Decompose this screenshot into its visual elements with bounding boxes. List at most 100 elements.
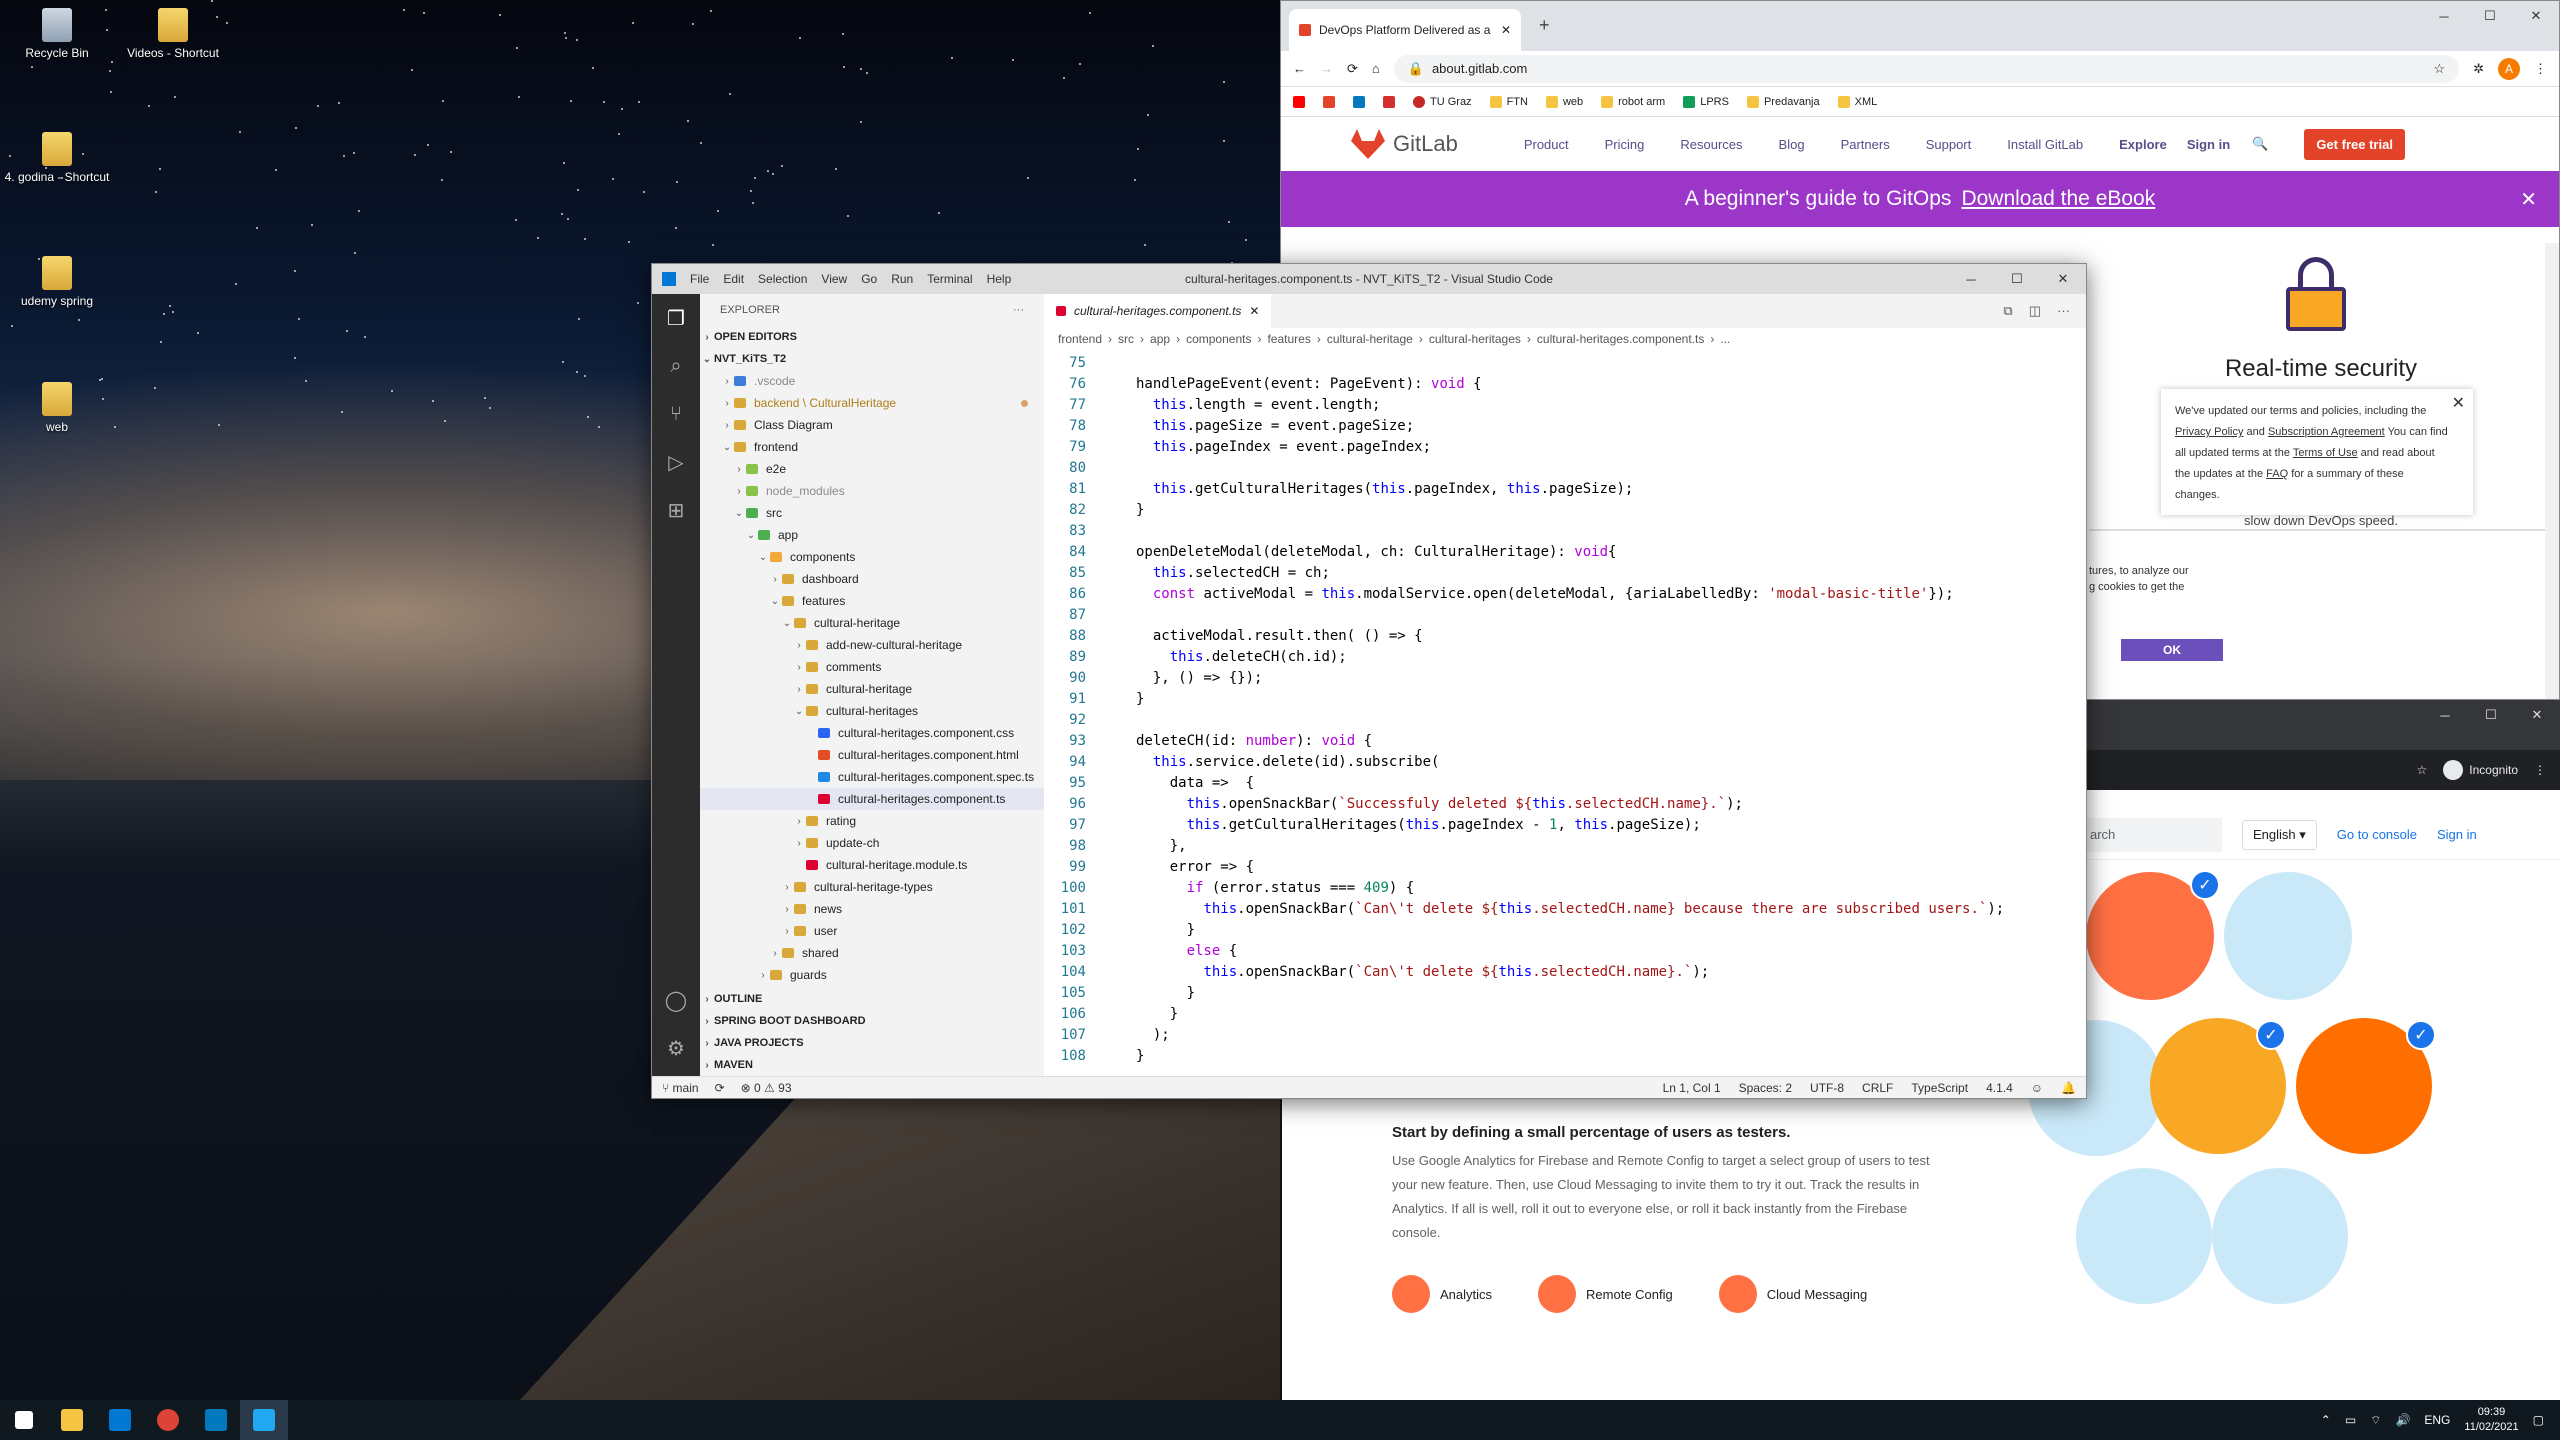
feature-analytics[interactable]: Analytics [1392,1275,1492,1313]
profile-avatar[interactable]: A [2498,57,2520,80]
tree-item[interactable]: ⌄ cultural-heritage [700,612,1044,634]
spring-boot-section[interactable]: › SPRING BOOT DASHBOARD [700,1010,1044,1032]
desktop-icon-web[interactable]: web [0,382,122,434]
download-ebook-link[interactable]: Download the eBook [1961,187,2155,211]
menu-run[interactable]: Run [891,272,913,286]
nav-explore[interactable]: Explore [2119,137,2167,152]
more-actions-icon[interactable]: ··· [2057,303,2070,319]
extensions-icon[interactable]: ⊞ [652,486,700,534]
tree-item[interactable]: › e2e [700,458,1044,480]
tree-item[interactable]: › comments [700,656,1044,678]
back-icon[interactable]: ← [1293,61,1306,76]
nav-resources[interactable]: Resources [1680,137,1742,152]
bookmark-lprs[interactable]: LPRS [1683,95,1729,108]
go-to-console-link[interactable]: Go to console [2337,827,2417,842]
menu-edit[interactable]: Edit [723,272,744,286]
tree-item[interactable]: › cultural-heritage-types [700,876,1044,898]
bookmark-youtube[interactable] [1293,95,1305,108]
breadcrumb-item[interactable]: app [1150,332,1170,346]
scrollbar[interactable] [2545,243,2559,699]
taskbar-vscode[interactable] [240,1400,288,1440]
nav-support[interactable]: Support [1926,137,1972,152]
tree-item[interactable]: › update-ch [700,832,1044,854]
line-ending[interactable]: CRLF [1862,1081,1893,1095]
nav-blog[interactable]: Blog [1779,137,1805,152]
start-button[interactable] [0,1400,48,1440]
forward-icon[interactable]: → [1320,61,1333,76]
language-select[interactable]: English ▾ [2242,819,2317,850]
bookmark-trello[interactable] [1353,95,1365,108]
more-actions-icon[interactable]: ··· [1013,304,1024,316]
nav-sign-in[interactable]: Sign in [2187,137,2230,152]
notifications-icon[interactable]: 🔔 [2061,1081,2076,1095]
settings-gear-icon[interactable]: ⚙ [652,1024,700,1072]
tree-item[interactable]: ⌄ features [700,590,1044,612]
source-control-icon[interactable]: ⑂ [652,390,700,438]
breadcrumb-item[interactable]: cultural-heritages [1429,332,1521,346]
tree-item[interactable]: › .vscode [700,370,1044,392]
search-icon[interactable]: ⌕ [652,342,700,390]
tree-item[interactable]: › node_modules [700,480,1044,502]
code-view[interactable]: 75 76 handlePageEvent(event: PageEvent): v… [1044,352,2086,1076]
branch-indicator[interactable]: ⑂ main [662,1081,699,1095]
breadcrumb-item[interactable]: src [1118,332,1134,346]
desktop-icon-videos[interactable]: Videos - Shortcut [108,8,238,60]
desktop-icon-4-godina[interactable]: 4. godina - Shortcut [0,132,122,184]
taskbar-outlook[interactable] [96,1400,144,1440]
terms-of-use-link[interactable]: Terms of Use [2293,447,2358,459]
tree-item[interactable]: cultural-heritages.component.html [700,744,1044,766]
tree-item[interactable]: › rating [700,810,1044,832]
tree-item[interactable]: › user [700,920,1044,942]
nav-partners[interactable]: Partners [1841,137,1890,152]
tab-close-icon[interactable]: ✕ [1249,304,1259,318]
nav-product[interactable]: Product [1524,137,1569,152]
taskbar-file-explorer[interactable] [48,1400,96,1440]
bookmark-tu-graz[interactable]: TU Graz [1413,95,1472,108]
menu-selection[interactable]: Selection [758,272,807,286]
menu-icon[interactable]: ⋮ [2534,763,2546,777]
clock[interactable]: 09:39 11/02/2021 [2464,1405,2518,1435]
bookmark-red[interactable] [1383,95,1395,108]
indentation[interactable]: Spaces: 2 [1739,1081,1792,1095]
search-input[interactable]: arch [2086,817,2222,852]
tab-cultural-heritages-ts[interactable]: cultural-heritages.component.ts ✕ [1044,294,1272,328]
project-root[interactable]: ⌄ NVT_KiTS_T2 [700,348,1044,370]
close-button[interactable]: ✕ [2513,1,2559,31]
desktop-icon-recycle-bin[interactable]: Recycle Bin [0,8,122,60]
menu-view[interactable]: View [821,272,847,286]
volume-icon[interactable]: 🔊 [2395,1413,2410,1427]
bookmark-web[interactable]: web [1545,95,1583,108]
minimize-button[interactable]: ─ [2421,1,2467,31]
compare-icon[interactable]: ⧉ [2003,303,2012,319]
minimize-button[interactable]: ─ [2422,700,2468,730]
maximize-button[interactable]: ☐ [2468,700,2514,730]
maven-section[interactable]: › MAVEN [700,1054,1044,1076]
ts-version[interactable]: 4.1.4 [1986,1081,2013,1095]
bookmark-xml[interactable]: XML [1837,95,1877,108]
show-hidden-icons-icon[interactable]: ⌃ [2321,1413,2331,1427]
taskbar-chrome[interactable] [144,1400,192,1440]
tree-item[interactable]: cultural-heritages.component.spec.ts [700,766,1044,788]
incognito-badge[interactable]: Incognito [2443,760,2518,780]
close-button[interactable]: ✕ [2514,700,2560,730]
search-icon[interactable]: 🔍 [2252,136,2268,152]
tree-item[interactable]: › news [700,898,1044,920]
maximize-button[interactable]: ☐ [2467,1,2513,31]
breadcrumb-item[interactable]: cultural-heritages.component.ts [1537,332,1704,346]
outline-section[interactable]: › OUTLINE [700,988,1044,1010]
battery-icon[interactable]: ▭ [2345,1413,2356,1427]
sync-icon[interactable]: ⟳ [715,1081,725,1095]
bookmark-star-icon[interactable]: ☆ [2417,763,2428,777]
breadcrumb-item[interactable]: features [1267,332,1310,346]
open-editors-section[interactable]: › OPEN EDITORS [700,326,1044,348]
tree-item[interactable]: ⌄ frontend [700,436,1044,458]
accounts-icon[interactable]: ◯ [652,976,700,1024]
tree-item[interactable]: ⌄ components [700,546,1044,568]
tree-item[interactable]: cultural-heritages.component.ts [700,788,1044,810]
split-editor-icon[interactable]: ◫ [2029,303,2041,319]
tree-item[interactable]: cultural-heritages.component.css [700,722,1044,744]
bookmark-robot-arm[interactable]: robot arm [1601,95,1665,108]
get-free-trial-button[interactable]: Get free trial [2304,128,2405,160]
subscription-agreement-link[interactable]: Subscription Agreement [2268,426,2385,438]
tree-item[interactable]: cultural-heritage.module.ts [700,854,1044,876]
